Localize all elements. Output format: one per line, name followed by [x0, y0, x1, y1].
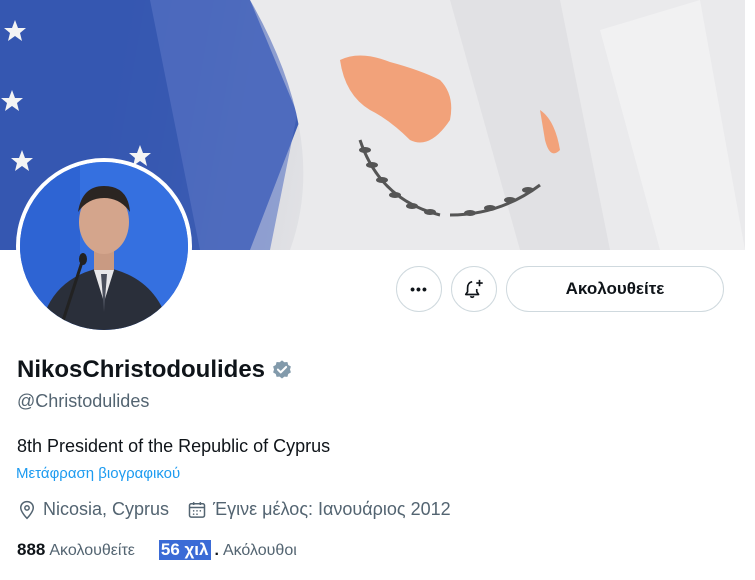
avatar-photo: [20, 162, 188, 330]
follow-stats: 888 Ακολουθείτε 56 χιλ . Ακόλουθοι: [17, 540, 321, 560]
following-stat-link[interactable]: 888 Ακολουθείτε: [17, 540, 135, 560]
following-count: 888: [17, 540, 46, 559]
location-pin-icon: [19, 500, 35, 519]
followers-dot: .: [214, 542, 219, 559]
more-options-button[interactable]: •••: [396, 266, 442, 312]
profile-meta: Nicosia, Cyprus Έγινε μέλος: Ιανουάριος …: [17, 499, 469, 520]
followers-stat-link[interactable]: 56 χιλ . Ακόλουθοι: [158, 540, 297, 560]
location-text: Nicosia, Cyprus: [43, 499, 170, 519]
followers-count: 56 χιλ: [158, 540, 211, 560]
more-dots-icon: •••: [410, 281, 428, 297]
calendar-icon: [188, 501, 206, 518]
joined-text: Έγινε μέλος: Ιανουάριος 2012: [213, 499, 451, 519]
verified-badge-icon[interactable]: [271, 359, 293, 381]
profile-avatar[interactable]: [16, 158, 192, 334]
following-label: Ακολουθείτε: [49, 542, 135, 559]
translate-bio-link[interactable]: Μετάφραση βιογραφικού: [16, 465, 180, 482]
joined-item: Έγινε μέλος: Ιανουάριος 2012: [187, 499, 451, 520]
notifications-button[interactable]: [451, 266, 497, 312]
name-row: NikosChristodoulides: [17, 356, 293, 384]
bell-plus-icon: [464, 279, 483, 299]
display-name: NikosChristodoulides: [17, 356, 266, 383]
location-item: Nicosia, Cyprus: [17, 499, 169, 520]
profile-bio: 8th President of the Republic of Cyprus: [17, 436, 331, 456]
followers-label: Ακόλουθοι: [222, 542, 297, 559]
user-handle: @Christodulides: [17, 391, 150, 411]
following-button[interactable]: Ακολουθείτε: [506, 266, 724, 312]
